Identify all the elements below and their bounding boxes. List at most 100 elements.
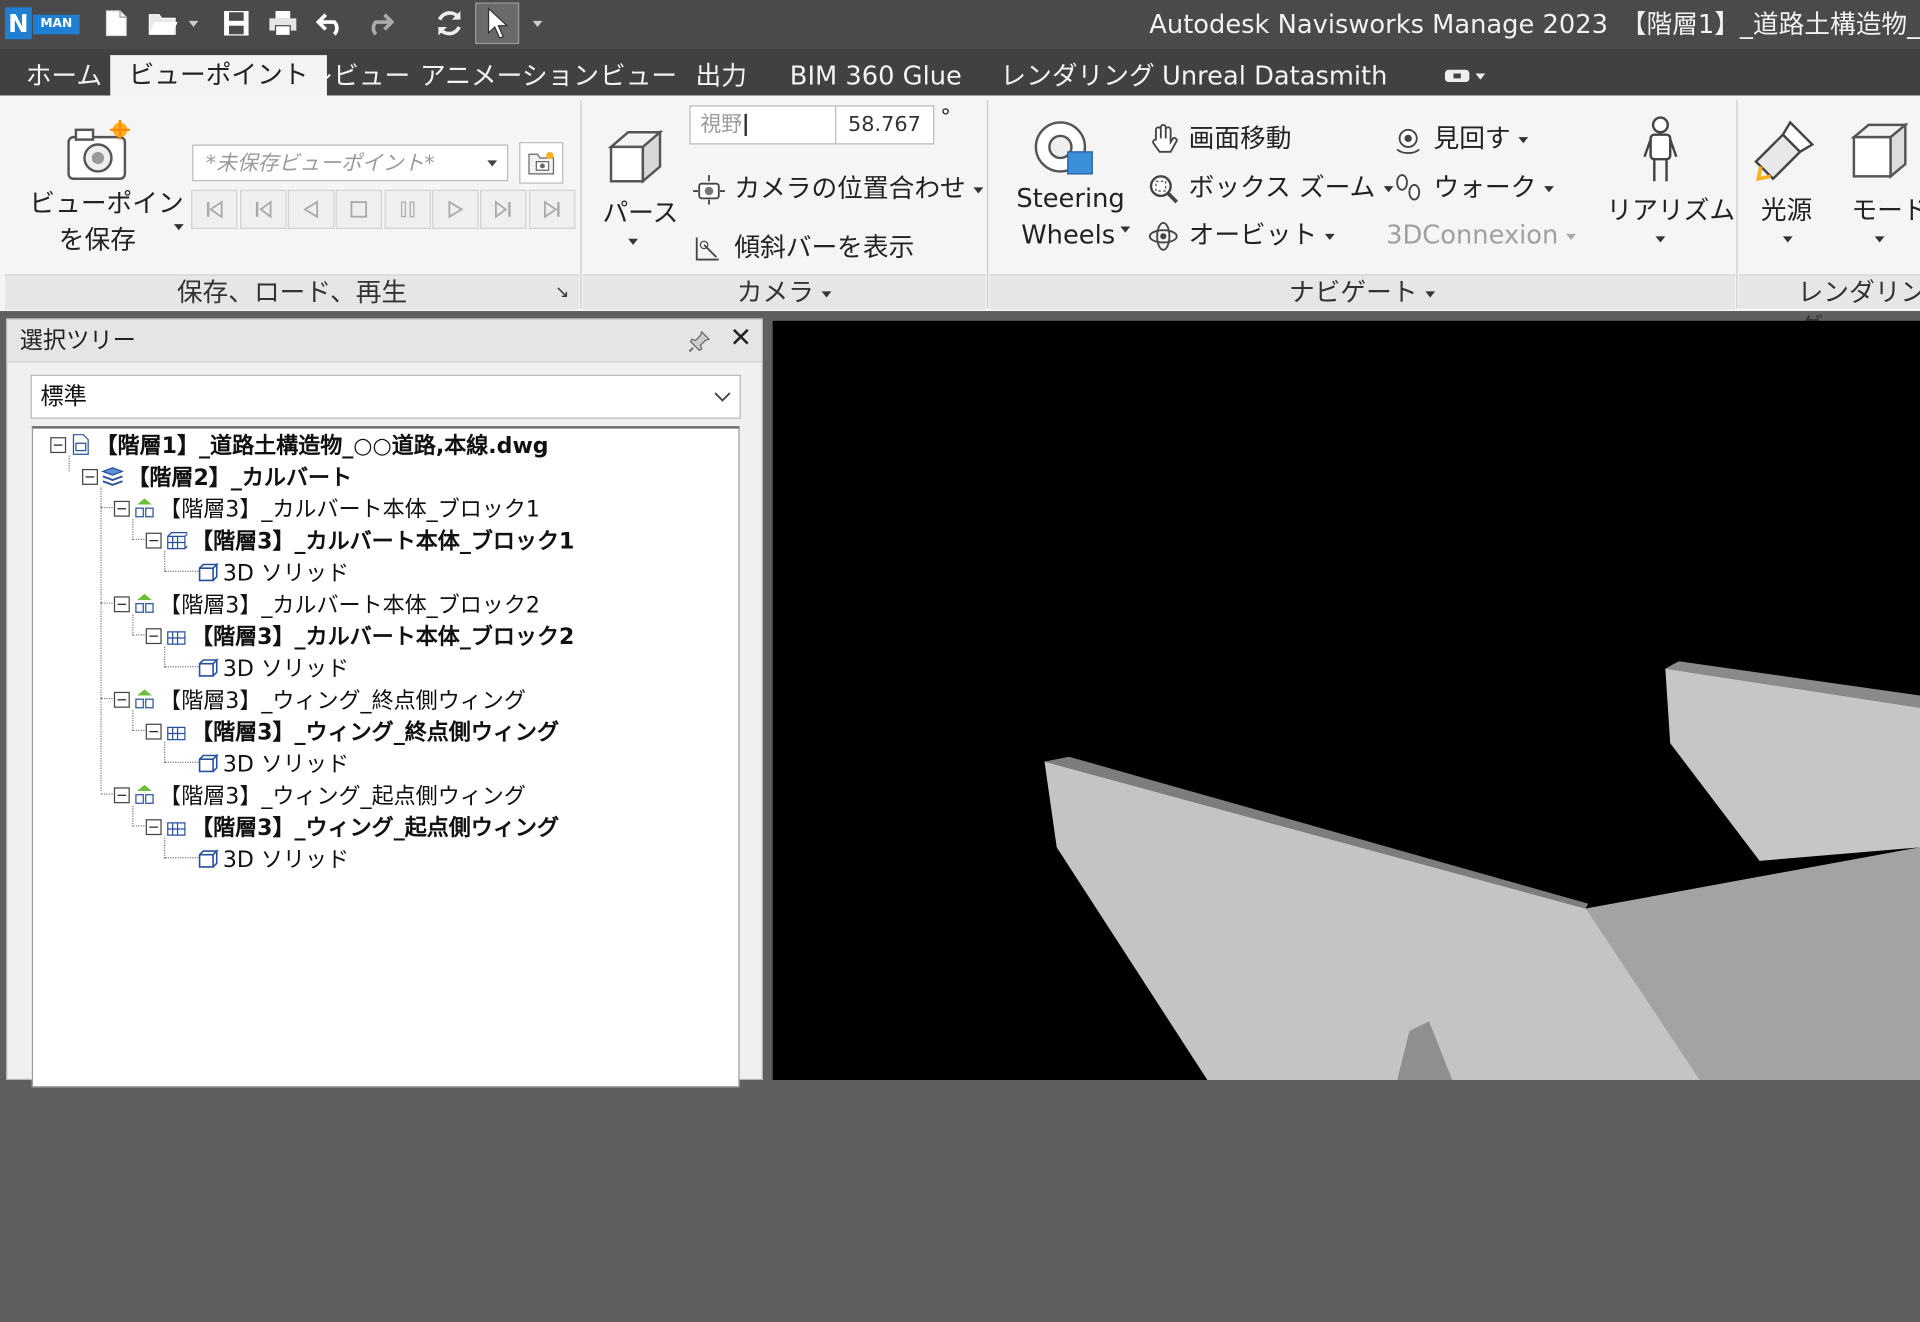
walk-button[interactable]: ウォーク xyxy=(1391,168,1555,206)
panel-visibility-icon[interactable] xyxy=(1435,56,1494,95)
close-icon[interactable]: ✕ xyxy=(727,325,754,353)
perspective-dropdown-icon[interactable] xyxy=(628,225,638,254)
panel-launcher-icon[interactable]: ↘ xyxy=(555,276,569,310)
step-forward-button[interactable] xyxy=(480,189,527,229)
tree-item-block[interactable]: 【階層3】_ウィング_終点側ウィング xyxy=(145,715,559,747)
selection-tree-header: 選択ツリー ✕ xyxy=(7,319,762,363)
new-file-icon[interactable] xyxy=(98,2,135,44)
collapse-toggle[interactable] xyxy=(145,723,162,739)
ribbon-tab-bar: ホーム ビューポイント レビュー アニメーション ビュー 出力 BIM 360 … xyxy=(0,48,1920,96)
light-dropdown-icon[interactable] xyxy=(1782,223,1793,252)
panel-footer-navigate[interactable]: ナビゲート xyxy=(989,274,1736,310)
collapse-toggle[interactable] xyxy=(82,468,98,485)
collapse-toggle[interactable] xyxy=(50,436,67,453)
collapse-toggle[interactable] xyxy=(113,500,130,517)
realism-label[interactable]: リアリズム xyxy=(1607,191,1736,228)
3dconnexion-button: 3DConnexion xyxy=(1386,220,1577,250)
tree-item-group[interactable]: 【階層3】_ウィング_起点側ウィング xyxy=(113,779,526,811)
tree-item-block[interactable]: 【階層3】_カルバート本体_ブロック1 xyxy=(145,524,574,556)
collapse-toggle[interactable] xyxy=(145,818,162,835)
align-camera-button[interactable]: カメラの位置合わせ xyxy=(692,169,984,206)
tree-item-label: 3D ソリッド xyxy=(222,560,350,587)
tree-item-solid[interactable]: 3D ソリッド xyxy=(197,556,349,588)
pause-icon xyxy=(401,201,415,218)
redo-icon[interactable] xyxy=(360,2,397,44)
group-icon xyxy=(133,497,155,519)
qat-customize-icon[interactable] xyxy=(527,2,549,44)
panel-footer-save[interactable]: 保存、ロード、再生 ↘ xyxy=(4,274,580,310)
panel-footer-render[interactable]: レンダリング xyxy=(1738,274,1920,342)
fov-label: 視野 xyxy=(700,112,743,138)
app-logo[interactable]: N MAN xyxy=(4,7,81,40)
tree-item-label: 【階層3】_カルバート本体_ブロック1 xyxy=(159,497,540,523)
save-viewpoint-dropdown-icon[interactable] xyxy=(173,211,184,240)
perspective-icon xyxy=(604,125,668,186)
tab-unreal[interactable]: Unreal Datasmith xyxy=(1144,56,1406,95)
fov-label-field: 視野 xyxy=(689,105,837,145)
group-icon xyxy=(133,593,155,615)
collapse-toggle[interactable] xyxy=(113,786,130,803)
tree-item-solid[interactable]: 3D ソリッド xyxy=(197,747,349,779)
collapse-toggle[interactable] xyxy=(145,532,162,548)
tree-item-block[interactable]: 【階層3】_ウィング_起点側ウィング xyxy=(145,811,559,843)
tab-bim360[interactable]: BIM 360 Glue xyxy=(771,56,980,95)
play-reverse-icon xyxy=(303,200,319,219)
3dconnexion-label: 3DConnexion xyxy=(1386,220,1559,250)
tree-item-layer[interactable]: 【階層2】_カルバート xyxy=(82,460,352,492)
steering-wheels-label-2[interactable]: Wheels xyxy=(1021,220,1115,249)
stop-button[interactable] xyxy=(335,189,383,229)
eye-icon xyxy=(1396,128,1420,154)
selection-filter-dropdown[interactable]: 標準 xyxy=(30,374,741,419)
collapse-toggle[interactable] xyxy=(113,691,130,708)
tree-item-group[interactable]: 【階層3】_カルバート本体_ブロック2 xyxy=(113,588,540,620)
fov-input[interactable]: 58.767 xyxy=(836,105,935,145)
tab-output[interactable]: 出力 xyxy=(677,56,765,95)
render-mode-dropdown-icon[interactable] xyxy=(1874,223,1885,252)
perspective-label[interactable]: パース xyxy=(602,193,678,230)
step-back-button[interactable] xyxy=(240,189,287,229)
box-zoom-button[interactable]: ボックス ズーム xyxy=(1146,168,1394,206)
orbit-button[interactable]: オービット xyxy=(1146,216,1336,254)
viewpoint-dropdown[interactable]: *未保存ビューポイント* xyxy=(192,144,509,182)
refresh-icon[interactable] xyxy=(431,2,468,44)
last-frame-button[interactable] xyxy=(528,189,576,229)
tree-item-solid[interactable]: 3D ソリッド xyxy=(197,842,349,874)
tilt-bar-toggle[interactable]: 傾斜バーを表示 xyxy=(692,228,914,265)
save-viewpoint-label-2[interactable]: を保存 xyxy=(59,220,136,257)
tab-home[interactable]: ホーム xyxy=(7,56,120,95)
look-around-button[interactable]: 見回す xyxy=(1391,119,1529,157)
title-bar: N MAN Autodesk Navisworks Manage 2023 【階… xyxy=(0,0,1920,49)
pause-button[interactable] xyxy=(384,189,432,229)
tree-item-solid[interactable]: 3D ソリッド xyxy=(197,651,349,683)
tree-item-block[interactable]: 【階層3】_カルバート本体_ブロック2 xyxy=(145,620,574,652)
play-reverse-button[interactable] xyxy=(287,189,335,229)
pan-button[interactable]: 画面移動 xyxy=(1146,119,1291,157)
steering-wheels-label[interactable]: Steering xyxy=(1016,184,1124,213)
collapse-toggle[interactable] xyxy=(113,595,130,612)
play-button[interactable] xyxy=(432,189,479,229)
steering-wheels-dropdown-icon[interactable] xyxy=(1120,213,1131,242)
save-icon[interactable] xyxy=(218,2,255,44)
block-icon xyxy=(165,720,187,742)
align-camera-icon xyxy=(693,175,725,205)
render-mode-label[interactable]: モード xyxy=(1851,191,1920,228)
tree-item-group[interactable]: 【階層3】_カルバート本体_ブロック1 xyxy=(113,492,540,524)
manage-viewpoints-button[interactable] xyxy=(519,142,564,184)
realism-dropdown-icon[interactable] xyxy=(1655,223,1666,252)
first-frame-button[interactable] xyxy=(191,189,238,229)
pin-icon[interactable] xyxy=(687,329,711,353)
print-icon[interactable] xyxy=(264,2,301,44)
first-frame-icon xyxy=(206,200,223,219)
panel-footer-camera[interactable]: カメラ xyxy=(582,274,986,310)
step-forward-icon xyxy=(495,200,511,219)
collapse-toggle[interactable] xyxy=(145,627,162,644)
select-cursor-icon[interactable] xyxy=(475,2,520,45)
3d-viewport[interactable] xyxy=(772,320,1920,1081)
tree-item-file[interactable]: 【階層1】_道路土構造物_○○道路,本線.dwg xyxy=(50,429,549,461)
open-folder-icon[interactable] xyxy=(144,2,181,44)
app-logo-letter: N xyxy=(4,7,32,40)
chevron-down-icon[interactable] xyxy=(184,2,204,44)
model-render xyxy=(1044,661,1920,1081)
undo-icon[interactable] xyxy=(313,2,350,44)
tree-item-group[interactable]: 【階層3】_ウィング_終点側ウィング xyxy=(113,683,526,715)
